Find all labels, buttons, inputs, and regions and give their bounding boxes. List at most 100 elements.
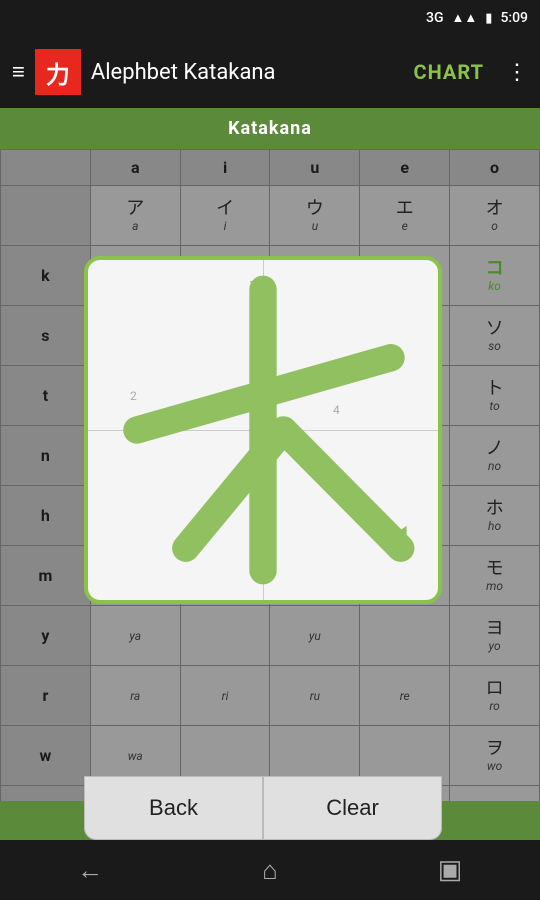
romaji-label: no [450,459,539,473]
kana-cell[interactable]: ソso [450,306,540,366]
kana-cell[interactable]: ノno [450,426,540,486]
romaji-label: wa [91,749,180,763]
row-label: h [1,486,91,546]
row-label: k [1,246,91,306]
row-label [1,186,91,246]
kana-character: モ [450,558,539,580]
kana-character: オ [450,198,539,220]
romaji-label: i [181,219,270,233]
kana-cell[interactable]: アa [90,186,180,246]
table-corner [1,150,91,186]
kana-cell[interactable]: トto [450,366,540,426]
chart-tab[interactable]: CHART [414,60,484,84]
kana-character: ソ [450,318,539,340]
romaji-label: u [270,219,359,233]
romaji-label: yu [270,629,359,643]
kana-cell[interactable]: ヲwo [450,726,540,786]
kana-character: エ [360,198,449,220]
kana-cell[interactable]: エe [360,186,450,246]
kana-cell[interactable]: ya [90,606,180,666]
kana-cell[interactable] [180,606,270,666]
row-label: s [1,306,91,366]
recent-nav-button[interactable]: ▣ [360,855,540,885]
action-buttons: Back Clear [84,776,442,840]
kana-cell[interactable]: ra [90,666,180,726]
romaji-label: yo [450,639,539,653]
romaji-label: ko [450,279,539,293]
row-label: r [1,666,91,726]
clear-button[interactable]: Clear [263,776,442,840]
kana-character: ウ [270,198,359,220]
romaji-label: ra [91,689,180,703]
kana-character: ヨ [450,618,539,640]
kana-character: ト [450,378,539,400]
kana-cell[interactable]: コko [450,246,540,306]
bottom-nav: ← ⌂ ▣ [0,840,540,900]
romaji-label: o [450,219,539,233]
drawing-canvas[interactable]: 1 2 3 4 [88,260,438,600]
kana-cell[interactable]: ウu [270,186,360,246]
hamburger-icon[interactable]: ≡ [12,59,25,85]
table-row[interactable]: rrarirureロro [1,666,540,726]
logo-char: 力 [46,55,70,90]
kana-cell[interactable]: モmo [450,546,540,606]
kana-character: ホ [450,498,539,520]
back-button[interactable]: Back [84,776,263,840]
romaji-label: mo [450,579,539,593]
kana-character: ア [91,198,180,220]
romaji-label: wo [450,759,539,773]
romaji-label: ri [181,689,270,703]
col-header-a: a [90,150,180,186]
row-label: t [1,366,91,426]
back-nav-button[interactable]: ← [0,855,180,886]
kana-character: ヲ [450,738,539,760]
signal-indicator: 3G [426,10,444,26]
kana-cell[interactable]: yu [270,606,360,666]
kana-character: ノ [450,438,539,460]
kana-character: ロ [450,678,539,700]
main-content: Katakana a i u e o アaイiウuエeオokカkaキkiクkuケ… [0,108,540,840]
romaji-label: to [450,399,539,413]
kanji-stroke-svg [88,260,438,600]
app-bar: ≡ 力 Alephbet Katakana CHART ⋮ [0,36,540,108]
romaji-label: re [360,689,449,703]
clock: 5:09 [500,10,528,26]
table-row[interactable]: アaイiウuエeオo [1,186,540,246]
kana-cell[interactable]: イi [180,186,270,246]
katakana-section-header: Katakana [0,108,540,149]
kana-cell[interactable] [360,606,450,666]
romaji-label: ru [270,689,359,703]
kana-cell[interactable]: re [360,666,450,726]
kana-cell[interactable]: ri [180,666,270,726]
row-label: w [1,726,91,786]
app-title: Alephbet Katakana [91,60,404,85]
overflow-menu-icon[interactable]: ⋮ [506,60,528,85]
status-bar: 3G ▲▲ ▮ 5:09 [0,0,540,36]
kana-cell[interactable]: ヨyo [450,606,540,666]
kana-cell[interactable]: オo [450,186,540,246]
romaji-label: ho [450,519,539,533]
romaji-label: so [450,339,539,353]
row-label: m [1,546,91,606]
col-header-e: e [360,150,450,186]
kana-character: コ [450,258,539,280]
kana-cell[interactable]: ホho [450,486,540,546]
app-logo: 力 [35,49,81,95]
home-nav-button[interactable]: ⌂ [180,855,360,886]
row-label: y [1,606,91,666]
romaji-label: ya [91,629,180,643]
row-label: n [1,426,91,486]
col-header-i: i [180,150,270,186]
battery-icon: ▮ [485,11,492,26]
kana-cell[interactable]: ru [270,666,360,726]
romaji-label: e [360,219,449,233]
romaji-label: ro [450,699,539,713]
kana-character: イ [181,198,270,220]
table-row[interactable]: yya yu ヨyo [1,606,540,666]
romaji-label: a [91,219,180,233]
col-header-o: o [450,150,540,186]
kana-cell[interactable]: ロro [450,666,540,726]
col-header-u: u [270,150,360,186]
drawing-area[interactable]: 1 2 3 4 [84,256,442,604]
signal-icon: ▲▲ [452,10,478,26]
